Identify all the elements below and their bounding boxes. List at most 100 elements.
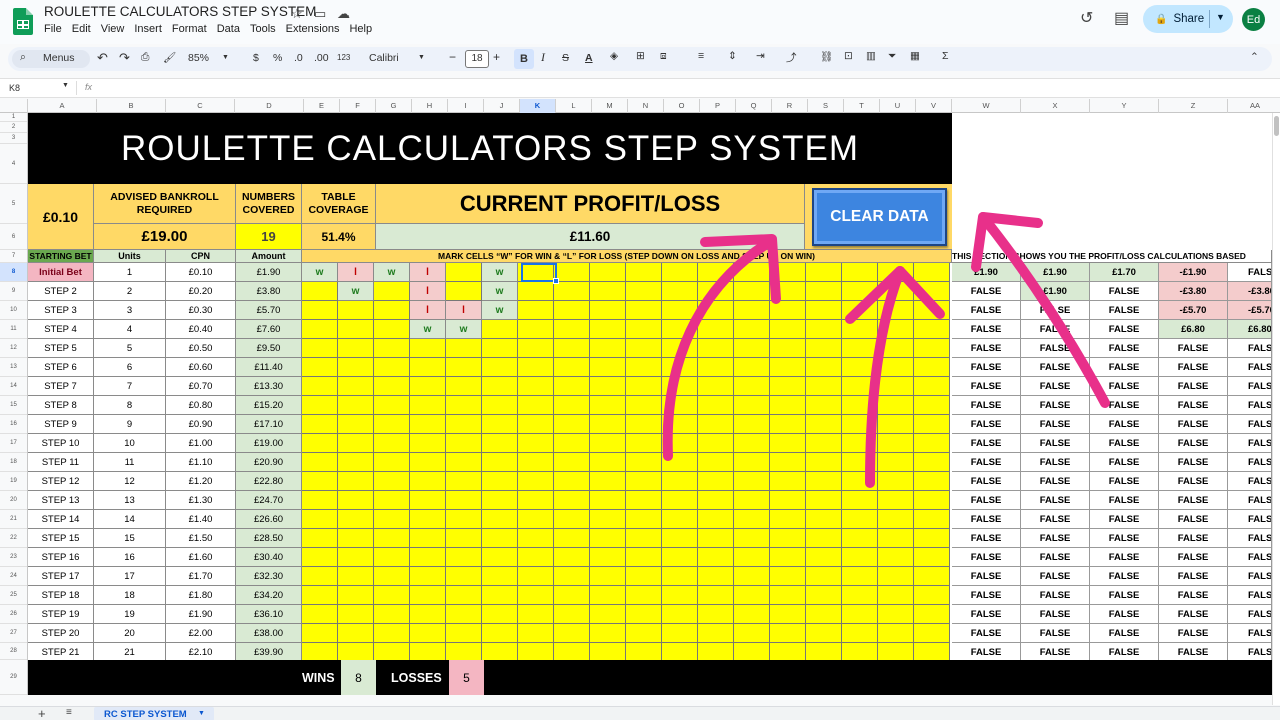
text-color-button[interactable]: A (585, 52, 593, 64)
insert-link-icon[interactable]: ⛓ (820, 50, 833, 63)
name-box[interactable]: K8 (9, 83, 20, 93)
row-header[interactable]: 21 (0, 510, 27, 529)
text-rotate-icon[interactable]: ⤴ (786, 50, 797, 65)
menu-insert[interactable]: Insert (134, 23, 162, 35)
column-header[interactable]: O (664, 99, 700, 113)
insert-comment-icon[interactable]: ⊡ (844, 50, 853, 62)
column-header[interactable]: V (916, 99, 952, 113)
move-folder-icon[interactable]: ▭ (314, 6, 326, 22)
row-header[interactable]: 10 (0, 301, 27, 320)
fill-color-icon[interactable]: ◈ (610, 50, 618, 62)
row-header[interactable]: 7 (0, 250, 27, 263)
column-header[interactable]: K (520, 99, 556, 113)
row-header[interactable]: 23 (0, 548, 27, 567)
column-header[interactable]: Y (1090, 99, 1159, 113)
column-header[interactable]: T (844, 99, 880, 113)
row-header[interactable]: 28 (0, 643, 27, 660)
formula-input[interactable] (100, 80, 1270, 96)
row-header[interactable]: 1 (0, 113, 27, 122)
row-header[interactable]: 11 (0, 320, 27, 339)
row-header[interactable]: 26 (0, 605, 27, 624)
column-header[interactable]: P (700, 99, 736, 113)
menu-view[interactable]: View (101, 23, 125, 35)
font-dropdown-icon[interactable]: ▼ (418, 54, 425, 61)
font-size-input[interactable]: 18 (465, 50, 489, 68)
menu-format[interactable]: Format (172, 23, 207, 35)
column-header[interactable]: M (592, 99, 628, 113)
row-header[interactable]: 19 (0, 472, 27, 491)
row-header[interactable]: 9 (0, 282, 27, 301)
collapse-toolbar-icon[interactable]: ⌃ (1250, 51, 1259, 63)
column-header[interactable]: N (628, 99, 664, 113)
filter-icon[interactable]: ⏷ (888, 50, 896, 63)
zoom-dropdown-icon[interactable]: ▼ (222, 54, 229, 61)
row-header[interactable]: 24 (0, 567, 27, 586)
borders-icon[interactable]: ⊞ (636, 50, 645, 62)
bold-button[interactable]: B (514, 49, 534, 69)
column-header[interactable]: H (412, 99, 448, 113)
column-header[interactable]: A (28, 99, 97, 113)
spreadsheet-grid[interactable]: ROULETTE CALCULATORS STEP SYSTEM £0.10 A… (28, 113, 1272, 695)
vertical-align-icon[interactable]: ⇕ (728, 50, 737, 62)
percent-format-button[interactable]: % (273, 52, 282, 64)
decrease-decimal-button[interactable]: .0 (294, 52, 303, 64)
menu-file[interactable]: File (44, 23, 62, 35)
increase-decimal-button[interactable]: .00 (314, 52, 329, 64)
row-header[interactable]: 25 (0, 586, 27, 605)
row-header[interactable]: 15 (0, 396, 27, 415)
column-header[interactable]: Z (1159, 99, 1228, 113)
column-header[interactable]: X (1021, 99, 1090, 113)
zoom-select[interactable]: 85% (188, 52, 209, 64)
horizontal-align-icon[interactable]: ≡ (698, 50, 704, 62)
sheet-tab-dropdown-icon[interactable]: ▼ (198, 710, 205, 717)
row-header[interactable]: 4 (0, 144, 27, 184)
strikethrough-button[interactable]: S (562, 52, 569, 64)
decrease-font-size-button[interactable]: − (449, 50, 456, 64)
column-header[interactable]: L (556, 99, 592, 113)
row-header[interactable]: 29 (0, 660, 27, 695)
row-header[interactable]: 2 (0, 122, 27, 133)
add-sheet-icon[interactable]: + (38, 706, 46, 720)
column-header[interactable]: E (304, 99, 340, 113)
vertical-scrollbar[interactable] (1272, 113, 1280, 705)
sheet-tab[interactable]: RC STEP SYSTEM ▼ (94, 707, 214, 720)
column-header[interactable]: W (952, 99, 1021, 113)
star-icon[interactable]: ☆ (291, 6, 303, 22)
row-header[interactable]: 22 (0, 529, 27, 548)
row-header[interactable]: 27 (0, 624, 27, 643)
document-title[interactable]: ROULETTE CALCULATORS STEP SYSTEM (44, 4, 316, 19)
column-header[interactable]: C (166, 99, 235, 113)
menu-data[interactable]: Data (217, 23, 240, 35)
increase-font-size-button[interactable]: + (493, 50, 500, 64)
name-box-dropdown-icon[interactable]: ▼ (62, 82, 69, 89)
row-header[interactable]: 14 (0, 377, 27, 396)
undo-icon[interactable]: ↶ (97, 50, 108, 66)
row-header[interactable]: 17 (0, 434, 27, 453)
paint-format-icon[interactable]: 🖌 (163, 51, 176, 64)
row-header[interactable]: 6 (0, 224, 27, 250)
text-wrap-icon[interactable]: ⇥ (756, 50, 765, 62)
row-header[interactable]: 3 (0, 133, 27, 144)
column-header[interactable]: Q (736, 99, 772, 113)
column-header[interactable]: I (448, 99, 484, 113)
row-header[interactable]: 13 (0, 358, 27, 377)
column-header[interactable]: U (880, 99, 916, 113)
row-header[interactable]: 12 (0, 339, 27, 358)
row-header[interactable]: 18 (0, 453, 27, 472)
number-format-button[interactable]: 123 (337, 53, 350, 62)
select-all-corner[interactable] (0, 99, 28, 113)
redo-icon[interactable]: ↷ (119, 50, 130, 66)
currency-format-button[interactable]: $ (253, 52, 259, 64)
comments-icon[interactable]: ▤ (1114, 8, 1129, 28)
row-header[interactable]: 16 (0, 415, 27, 434)
merge-cells-icon[interactable]: ⧈ (660, 50, 667, 63)
share-button[interactable]: 🔒 Share ▼ (1143, 5, 1233, 33)
all-sheets-icon[interactable]: ≡ (66, 707, 72, 718)
insert-chart-icon[interactable]: ▥ (866, 50, 876, 62)
menu-extensions[interactable]: Extensions (286, 23, 340, 35)
column-header[interactable]: R (772, 99, 808, 113)
column-header[interactable]: D (235, 99, 304, 113)
filter-views-icon[interactable]: ▦ (910, 50, 920, 62)
column-header[interactable]: B (97, 99, 166, 113)
menu-edit[interactable]: Edit (72, 23, 91, 35)
